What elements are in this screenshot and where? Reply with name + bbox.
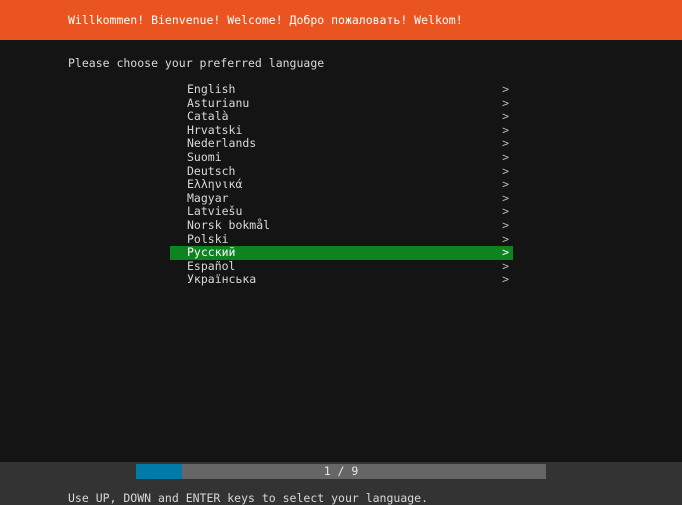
- language-list-item-label: Русский: [187, 245, 236, 260]
- language-list-item[interactable]: Ελληνικά >: [170, 178, 513, 192]
- language-list-item-label: Asturianu: [187, 95, 250, 110]
- language-list-item[interactable]: Asturianu >: [170, 95, 513, 111]
- language-list-item-label: Latviešu: [187, 204, 243, 219]
- chevron-right-icon: >: [502, 149, 509, 164]
- page-title: Please choose your preferred language: [68, 56, 325, 70]
- chevron-right-icon: >: [502, 204, 509, 219]
- language-list-item[interactable]: Deutsch >: [170, 163, 513, 179]
- language-list-item-label: Українська: [187, 272, 257, 287]
- language-list-item-label: English: [187, 82, 236, 96]
- language-list-item[interactable]: Català >: [170, 110, 513, 124]
- installer-screen: Willkommen! Bienvenue! Welcome! Добро по…: [0, 0, 682, 505]
- language-list-item-label: Hrvatski: [187, 122, 243, 137]
- language-list-item-label: Deutsch: [187, 163, 236, 178]
- welcome-banner: Willkommen! Bienvenue! Welcome! Добро по…: [0, 0, 682, 40]
- language-list-item[interactable]: Русский >: [170, 246, 513, 260]
- language-list-item[interactable]: Nederlands >: [170, 137, 513, 151]
- language-list-item-label: Ελληνικά: [187, 177, 243, 192]
- chevron-right-icon: >: [502, 231, 509, 246]
- chevron-right-icon: >: [502, 217, 509, 232]
- chevron-right-icon: >: [502, 258, 509, 273]
- chevron-right-icon: >: [502, 109, 509, 124]
- progress-bar-label: 1 / 9: [323, 464, 359, 478]
- progress-bar: 1 / 9: [136, 464, 546, 479]
- keyboard-hint: Use UP, DOWN and ENTER keys to select yo…: [68, 491, 429, 505]
- chevron-right-icon: >: [502, 177, 509, 192]
- language-list-item-label: Català: [187, 109, 229, 124]
- language-list-item-label: Norsk bokmål: [187, 217, 271, 232]
- language-list-item[interactable]: Hrvatski >: [170, 122, 513, 138]
- chevron-right-icon: >: [502, 95, 509, 110]
- language-list-item[interactable]: Magyar >: [170, 190, 513, 206]
- language-list-item[interactable]: Suomi >: [170, 149, 513, 165]
- chevron-right-icon: >: [502, 136, 509, 151]
- language-list-item-label: Español: [187, 258, 236, 273]
- chevron-right-icon: >: [502, 245, 509, 260]
- welcome-banner-text: Willkommen! Bienvenue! Welcome! Добро по…: [68, 13, 463, 27]
- language-list-item[interactable]: Українська >: [170, 273, 513, 287]
- language-list[interactable]: English > Asturianu > Català > Hrvatski > Nederl…: [170, 82, 513, 287]
- chevron-right-icon: >: [502, 163, 509, 178]
- language-list-item-label: Suomi: [187, 149, 222, 164]
- chevron-right-icon: >: [502, 272, 509, 287]
- language-list-item[interactable]: Latviešu >: [170, 205, 513, 219]
- chevron-right-icon: >: [502, 190, 509, 205]
- chevron-right-icon: >: [502, 82, 509, 96]
- language-list-item[interactable]: Polski >: [170, 231, 513, 247]
- language-list-item-label: Polski: [187, 231, 229, 246]
- language-list-item[interactable]: Norsk bokmål >: [170, 217, 513, 233]
- chevron-right-icon: >: [502, 122, 509, 137]
- language-list-item[interactable]: English >: [170, 82, 513, 97]
- language-list-item-label: Nederlands: [187, 136, 257, 151]
- language-list-item-label: Magyar: [187, 190, 229, 205]
- language-list-item[interactable]: Español >: [170, 258, 513, 274]
